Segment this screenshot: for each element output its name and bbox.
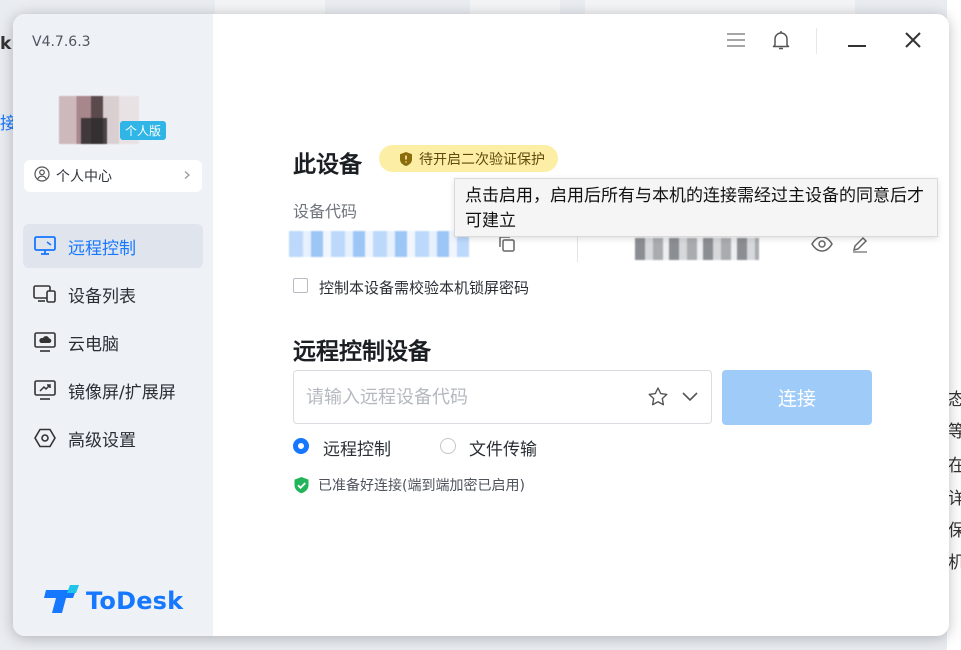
radio-remote-control[interactable] bbox=[293, 438, 309, 454]
plan-badge: 个人版 bbox=[120, 121, 167, 140]
close-icon bbox=[904, 31, 922, 53]
copy-button[interactable] bbox=[495, 234, 519, 258]
background-text: 机 bbox=[948, 553, 961, 573]
connect-button[interactable]: 连接 bbox=[722, 370, 872, 425]
background-window-fragment bbox=[470, 0, 560, 15]
notifications-button[interactable] bbox=[769, 30, 793, 54]
user-center-button[interactable]: 个人中心 bbox=[24, 160, 202, 192]
background-window-fragment bbox=[215, 0, 325, 15]
todesk-logo-icon bbox=[44, 584, 80, 618]
background-text: 在 bbox=[948, 456, 961, 476]
screen-mirror-icon bbox=[33, 378, 57, 402]
cloud-pc-icon bbox=[33, 330, 57, 354]
sidebar-item-label: 设备列表 bbox=[68, 286, 136, 307]
lock-password-checkbox[interactable] bbox=[293, 278, 308, 293]
brand-name: ToDesk bbox=[86, 587, 184, 615]
connection-status: 已准备好连接(端到端加密已启用) bbox=[293, 475, 525, 495]
connection-status-label: 已准备好连接(端到端加密已启用) bbox=[318, 478, 525, 494]
radio-file-transfer-label[interactable]: 文件传输 bbox=[469, 435, 537, 460]
star-icon[interactable] bbox=[647, 386, 669, 408]
device-code-value bbox=[289, 231, 469, 257]
eye-icon bbox=[811, 236, 833, 256]
chevron-right-icon bbox=[182, 168, 192, 184]
version-label: V4.7.6.3 bbox=[32, 34, 91, 50]
background-text: 保 bbox=[948, 521, 961, 541]
edit-password-button[interactable] bbox=[848, 234, 872, 258]
hexagon-settings-icon bbox=[33, 426, 57, 450]
minimize-button[interactable] bbox=[845, 30, 869, 54]
sidebar: V4.7.6.3 个人版 个人中心 远程控制 设备列表 云电脑 镜像屏/扩展屏 … bbox=[13, 14, 213, 636]
todesk-logo: ToDesk bbox=[44, 584, 183, 618]
background-text: 态 bbox=[948, 390, 961, 410]
show-password-button[interactable] bbox=[810, 234, 834, 258]
user-icon bbox=[34, 166, 50, 186]
shield-check-icon bbox=[293, 476, 310, 495]
remote-code-input[interactable] bbox=[304, 385, 647, 409]
code-password-divider bbox=[577, 234, 578, 262]
bell-icon bbox=[770, 29, 792, 55]
sidebar-item-label: 高级设置 bbox=[68, 430, 136, 451]
background-text: 详 bbox=[948, 489, 961, 509]
copy-icon bbox=[497, 234, 517, 258]
background-text: 等 bbox=[948, 422, 961, 442]
remote-code-input-box[interactable] bbox=[293, 370, 712, 424]
sidebar-item-device-list[interactable]: 设备列表 bbox=[23, 272, 203, 316]
two-factor-pill[interactable]: 待开启二次验证保护 bbox=[379, 145, 558, 172]
todesk-window: V4.7.6.3 个人版 个人中心 远程控制 设备列表 云电脑 镜像屏/扩展屏 … bbox=[13, 14, 949, 636]
menu-button[interactable] bbox=[724, 30, 748, 54]
sidebar-item-remote-control[interactable]: 远程控制 bbox=[23, 224, 203, 268]
temporary-password-value bbox=[635, 238, 759, 260]
sidebar-item-label: 远程控制 bbox=[68, 238, 136, 259]
minimize-icon bbox=[847, 33, 867, 52]
sidebar-item-advanced-settings[interactable]: 高级设置 bbox=[23, 416, 203, 460]
devices-icon bbox=[33, 282, 57, 306]
user-center-label: 个人中心 bbox=[56, 169, 112, 185]
sidebar-item-label: 镜像屏/扩展屏 bbox=[68, 382, 176, 403]
radio-remote-control-label[interactable]: 远程控制 bbox=[323, 435, 391, 460]
lock-password-checkbox-label[interactable]: 控制本设备需校验本机锁屏密码 bbox=[319, 277, 529, 298]
sidebar-item-label: 云电脑 bbox=[68, 334, 119, 355]
device-code-label: 设备代码 bbox=[293, 202, 358, 221]
main-panel: 此设备 待开启二次验证保护 设备代码 控制本设备需校验本机锁屏密码 远程控制设备… bbox=[213, 14, 949, 636]
sidebar-item-screen-mirror[interactable]: 镜像屏/扩展屏 bbox=[23, 368, 203, 412]
background-window-fragment bbox=[585, 0, 855, 15]
close-button[interactable] bbox=[901, 30, 925, 54]
radio-file-transfer[interactable] bbox=[440, 438, 456, 454]
this-device-title: 此设备 bbox=[293, 152, 362, 178]
remote-control-title: 远程控制设备 bbox=[293, 339, 431, 365]
toolbar-divider bbox=[816, 28, 817, 54]
chevron-down-icon[interactable] bbox=[681, 391, 699, 403]
hamburger-icon bbox=[726, 32, 746, 52]
two-factor-tooltip: 点击启用，启用后所有与本机的连接需经过主设备的同意后才可建立 bbox=[454, 178, 938, 237]
shield-icon bbox=[399, 151, 413, 167]
two-factor-label: 待开启二次验证保护 bbox=[419, 151, 545, 168]
monitor-icon bbox=[33, 234, 57, 258]
sidebar-item-cloud-pc[interactable]: 云电脑 bbox=[23, 320, 203, 364]
pencil-icon bbox=[851, 235, 869, 257]
sidebar-nav: 远程控制 设备列表 云电脑 镜像屏/扩展屏 高级设置 bbox=[23, 224, 203, 464]
